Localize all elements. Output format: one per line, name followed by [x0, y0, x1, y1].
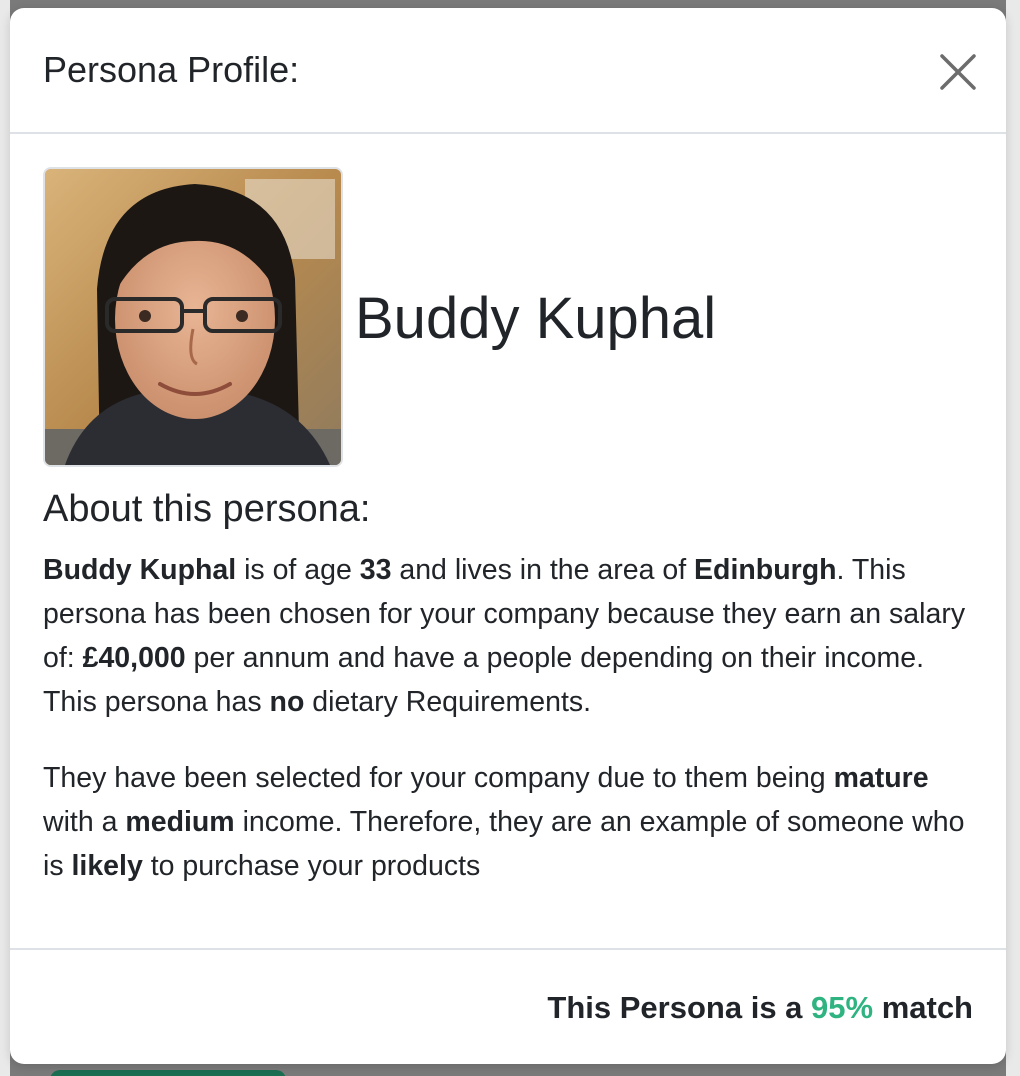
reason-text: with a — [43, 806, 126, 838]
modal-body: Buddy Kuphal About this persona: Buddy K… — [10, 134, 1006, 948]
persona-name-inline: Buddy Kuphal — [43, 554, 237, 586]
persona-age: 33 — [359, 554, 392, 586]
about-heading: About this persona: — [43, 488, 371, 530]
persona-salary: £40,000 — [82, 642, 186, 674]
modal-header: Persona Profile: — [10, 8, 1006, 134]
persona-income-level: medium — [125, 806, 235, 838]
persona-maturity: mature — [833, 762, 929, 794]
close-button[interactable] — [934, 48, 982, 96]
persona-likelihood: likely — [71, 850, 143, 882]
match-suffix: match — [873, 990, 973, 1025]
match-percent: 95% — [811, 990, 874, 1025]
modal-title: Persona Profile: — [43, 49, 300, 90]
persona-profile-modal: Persona Profile: Buddy Kuphal About this… — [10, 8, 1006, 1064]
persona-area: Edinburgh — [694, 554, 837, 586]
background-page-fragment — [1006, 0, 1020, 1076]
modal-footer: This Persona is a 95% match — [10, 948, 1006, 1064]
persona-avatar — [43, 167, 343, 467]
persona-photo-image — [45, 169, 341, 465]
reason-text: They have been selected for your company… — [43, 762, 834, 794]
background-page-fragment — [0, 0, 10, 1076]
persona-description: Buddy Kuphal is of age 33 and lives in t… — [43, 548, 973, 724]
persona-selection-reason: They have been selected for your company… — [43, 756, 973, 888]
persona-dietary: no — [269, 686, 305, 718]
reason-text: to purchase your products — [142, 850, 481, 882]
description-text: is of age — [236, 554, 360, 586]
close-icon — [940, 54, 976, 90]
persona-name: Buddy Kuphal — [355, 286, 717, 351]
description-text: and lives in the area of — [391, 554, 695, 586]
description-text: dietary Requirements. — [304, 686, 592, 718]
match-summary: This Persona is a 95% match — [547, 988, 973, 1028]
background-button-fragment — [50, 1070, 286, 1076]
match-prefix: This Persona is a — [547, 990, 812, 1025]
